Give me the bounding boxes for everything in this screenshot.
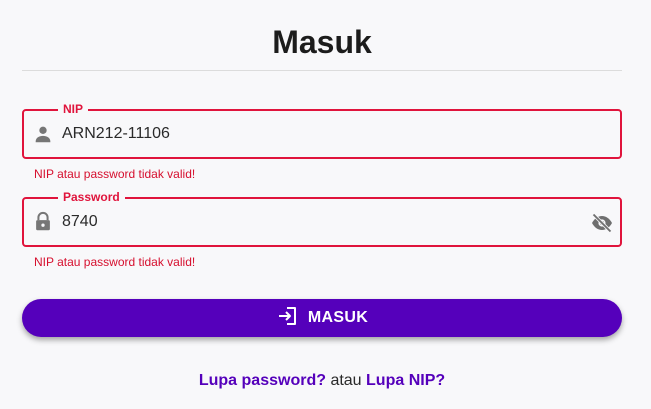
links-separator: atau	[330, 372, 362, 389]
password-input[interactable]: 8740	[62, 212, 98, 232]
title-divider	[22, 70, 622, 71]
eye-off-icon[interactable]	[590, 211, 614, 235]
nip-input[interactable]: ARN212-11106	[62, 124, 170, 144]
person-icon	[32, 123, 54, 145]
nip-field[interactable]: NIP ARN212-11106	[22, 101, 622, 159]
login-button[interactable]: MASUK	[22, 299, 622, 337]
recovery-links: Lupa password? atau Lupa NIP?	[22, 371, 622, 391]
password-label: Password	[58, 189, 125, 205]
login-button-label: MASUK	[307, 309, 369, 326]
login-icon	[276, 304, 300, 333]
login-page: Masuk NIP ARN212-11106 NIP atau password…	[0, 0, 651, 409]
lock-icon	[32, 211, 54, 233]
nip-label: NIP	[58, 101, 89, 117]
nip-error-message: NIP atau password tidak valid!	[34, 167, 196, 181]
password-error-message: NIP atau password tidak valid!	[34, 255, 196, 269]
forgot-password-link[interactable]: Lupa password?	[199, 372, 326, 389]
password-field[interactable]: Password 8740	[22, 189, 622, 247]
forgot-nip-link[interactable]: Lupa NIP?	[366, 372, 445, 389]
page-title: Masuk	[272, 24, 372, 60]
